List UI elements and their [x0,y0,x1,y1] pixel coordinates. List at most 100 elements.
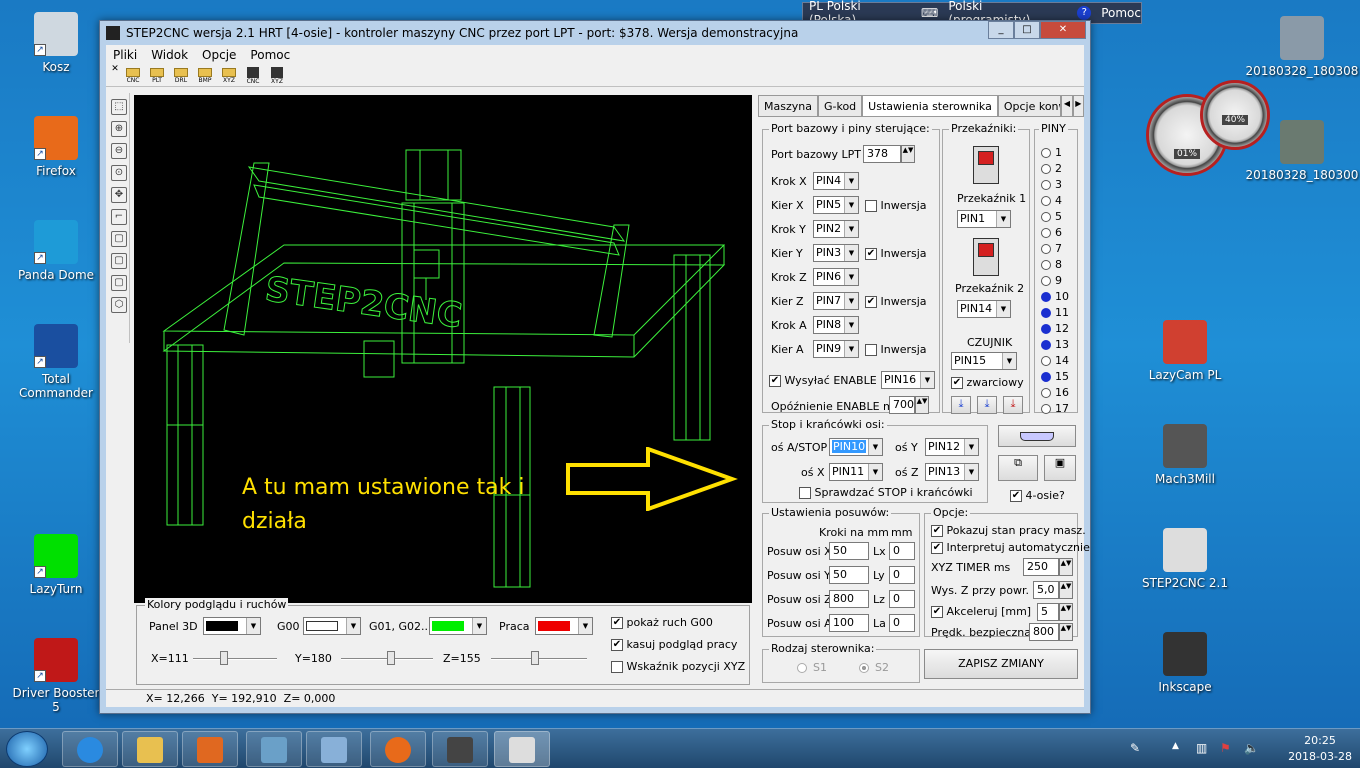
taskbar-photos[interactable] [246,731,302,767]
3d-preview[interactable]: STEP2CNC A tu mam ustawione tak i działa [134,95,752,603]
open-drl-button[interactable]: DRL [170,66,192,86]
shorted-checkbox[interactable]: ✔ [951,377,963,389]
driver-s2-radio[interactable] [859,663,869,673]
xyz-indicator-checkbox[interactable] [611,661,623,673]
machines-button[interactable]: ⧉ [998,455,1038,481]
inversion-option[interactable]: Inwersja [865,199,927,212]
delay-input[interactable]: 700 [889,396,915,414]
clear-preview-option[interactable]: ✔ kasuj podgląd pracy [611,638,737,651]
y-limit-pin-select[interactable]: PIN12 ▼ [925,438,979,456]
y-slider[interactable] [341,651,433,665]
desktop-icon[interactable]: Inkscape [1140,632,1230,694]
feed-steps-input[interactable]: 50 [829,566,869,584]
view-side-icon[interactable]: ▢ [111,253,127,269]
save-xyz-button[interactable]: XYZ [266,66,288,86]
menu-widok[interactable]: Widok [144,48,195,62]
taskbar-media[interactable] [182,731,238,767]
z-lift-spinner[interactable]: ▲▼ [1059,581,1073,599]
tab-g-kod[interactable]: G-kod [817,95,863,116]
enable-checkbox[interactable]: ✔ [769,375,781,387]
maximize-button[interactable]: □ [1014,21,1040,39]
feed-mm-input[interactable]: 0 [889,590,915,608]
praca-color-select[interactable]: ▼ [535,617,593,635]
tab-opcje-konwersji[interactable]: Opcje konwersji [997,95,1062,116]
show-g00-option[interactable]: ✔ pokaż ruch G00 [611,616,713,629]
taskbar-firefox[interactable] [370,731,426,767]
desktop-icon[interactable]: STEP2CNC 2.1 [1140,528,1230,590]
open-xyz-button[interactable]: XYZ [218,66,240,86]
axes-icon[interactable]: ⌐ [111,209,127,225]
network-icon[interactable]: ▥ [1196,741,1207,755]
accel-spinner[interactable]: ▲▼ [1059,603,1073,621]
arrow-down-icon[interactable]: ⤓ [977,396,997,414]
arrow-down-icon[interactable]: ⤓ [951,396,971,414]
arrow-down-red-icon[interactable]: ⤓ [1003,396,1023,414]
security-icon[interactable]: ⚑ [1220,741,1231,755]
inversion-option[interactable]: ✔ Inwersja [865,247,927,260]
tab-scroll-right-icon[interactable]: ▶ [1072,95,1085,116]
sensor-pin-select[interactable]: PIN15 ▼ [951,352,1017,370]
timer-input[interactable]: 250 [1023,558,1059,576]
inversion-option[interactable]: Inwersja [865,343,927,356]
port-spinner[interactable]: ▲▼ [901,145,915,163]
feed-mm-input[interactable]: 0 [889,566,915,584]
pin-row-select[interactable]: PIN8 ▼ [813,316,859,334]
pin-row-select[interactable]: PIN3 ▼ [813,244,859,262]
action-center-icon[interactable]: ✎ [1130,741,1140,755]
menu-pomoc[interactable]: Pomoc [243,48,297,62]
view-front-icon[interactable]: ▢ [111,231,127,247]
volume-icon[interactable]: 🔈 [1244,741,1259,755]
pin-row-select[interactable]: PIN9 ▼ [813,340,859,358]
taskbar-step2cnc[interactable] [494,731,550,767]
feed-steps-input[interactable]: 800 [829,590,869,608]
zoom-out-icon[interactable]: ⊖ [111,143,127,159]
tab-maszyna[interactable]: Maszyna [758,95,818,116]
z-lift-input[interactable]: 5,0 [1033,581,1059,599]
feed-mm-input[interactable]: 0 [889,614,915,632]
desktop-icon[interactable]: ↗ LazyTurn [11,534,101,596]
z-limit-pin-select[interactable]: PIN13 ▼ [925,463,979,481]
check-stop-option[interactable]: Sprawdzać STOP i krańcówki [799,486,973,499]
desktop-icon[interactable]: ↗ Kosz [11,12,101,74]
help-icon[interactable]: ? [1077,6,1092,20]
a-stop-pin-select[interactable]: PIN10 ▼ [829,438,883,456]
pan-icon[interactable]: ✥ [111,187,127,203]
accel-option[interactable]: ✔ Akceleruj [mm] [931,605,1031,618]
feed-steps-input[interactable]: 100 [829,614,869,632]
show-state-option[interactable]: ✔ Pokazuj stan pracy masz. [931,524,1086,537]
pin-row-select[interactable]: PIN7 ▼ [813,292,859,310]
zoom-fit-icon[interactable]: ⊙ [111,165,127,181]
delay-spinner[interactable]: ▲▼ [915,396,929,414]
close-button[interactable]: ✕ [1040,21,1086,39]
lpt-port-button[interactable] [998,425,1076,447]
x-limit-pin-select[interactable]: PIN11 ▼ [829,463,883,481]
z-slider[interactable] [491,651,587,665]
desktop-icon[interactable]: Mach3Mill [1140,424,1230,486]
show-state-checkbox[interactable]: ✔ [931,525,943,537]
enable-pin-select[interactable]: PIN16 ▼ [881,371,935,389]
accel-input[interactable]: 5 [1037,603,1059,621]
interpret-checkbox[interactable]: ✔ [931,542,943,554]
desktop-icon[interactable]: ↗ Total Commander [11,324,101,400]
zoom-in-icon[interactable]: ⊕ [111,121,127,137]
save-changes-button[interactable]: ZAPISZ ZMIANY [924,649,1078,679]
enable-option[interactable]: ✔ Wysyłać ENABLE [769,374,877,387]
taskbar-control-panel[interactable] [306,731,362,767]
inversion-checkbox[interactable]: ✔ [865,296,877,308]
desktop-icon[interactable]: LazyCam PL [1140,320,1230,382]
timer-spinner[interactable]: ▲▼ [1059,558,1073,576]
tab-ustawienia-sterownika[interactable]: Ustawienia sterownika [862,95,998,116]
open-plt-button[interactable]: PLT [146,66,168,86]
taskbar-explorer[interactable] [122,731,178,767]
x-slider-thumb[interactable] [219,651,228,665]
interpret-option[interactable]: ✔ Interpretuj automatycznie [931,541,1090,554]
minimize-button[interactable]: _ [988,21,1014,39]
taskbar-ie[interactable] [62,731,118,767]
help-label[interactable]: Pomoc [1101,6,1141,20]
driver-s1-radio[interactable] [797,663,807,673]
shorted-option[interactable]: ✔ zwarciowy [951,376,1024,389]
pin-row-select[interactable]: PIN6 ▼ [813,268,859,286]
feed-mm-input[interactable]: 0 [889,542,915,560]
four-axes-checkbox[interactable]: ✔ [1010,490,1022,502]
pin-row-select[interactable]: PIN4 ▼ [813,172,859,190]
